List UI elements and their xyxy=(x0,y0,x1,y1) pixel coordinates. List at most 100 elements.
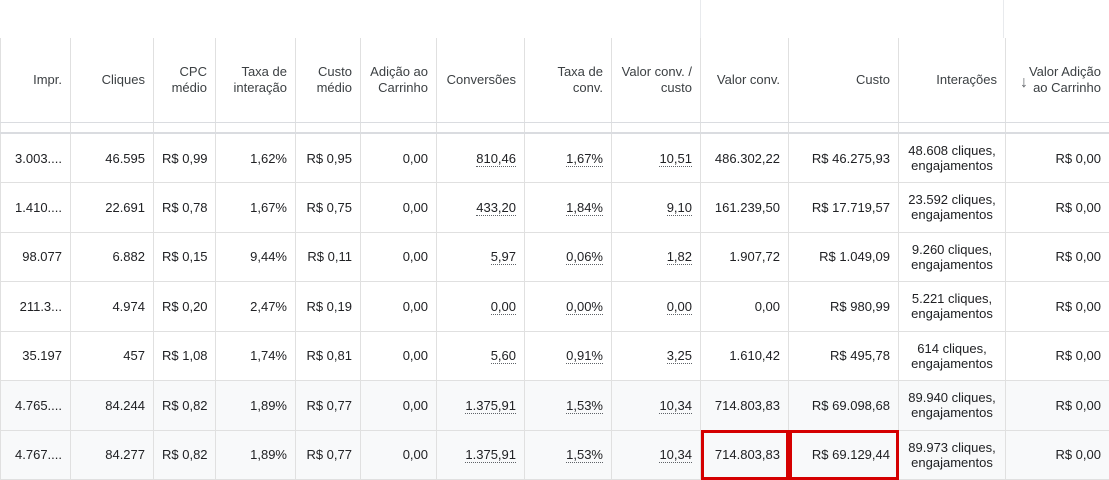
conversoes-cell-value: 1.375,91 xyxy=(465,397,516,414)
cpc-medio-cell: R$ 1,08 xyxy=(153,331,216,381)
custo-medio-cell: R$ 0,75 xyxy=(295,182,361,233)
column-header-conversoes[interactable]: Conversões xyxy=(436,38,525,123)
taxa-interacao-cell: 2,47% xyxy=(215,281,296,332)
column-header-taxa-interacao[interactable]: Taxa de interação xyxy=(215,38,296,123)
valor-adicao-carrinho-cell-value: R$ 0,00 xyxy=(1055,348,1101,364)
custo-cell: R$ 17.719,57 xyxy=(788,182,899,233)
impr-cell: 35.197 xyxy=(0,331,71,381)
table-row[interactable]: 1.410.... 22.691 R$ 0,78 1,67% R$ 0,75 0,00 43… xyxy=(0,182,1109,233)
conversoes-cell-value: 810,46 xyxy=(476,150,516,167)
interacoes-cell: 614 cliques, engajamentos xyxy=(898,331,1006,381)
custo-cell-value: R$ 46.275,93 xyxy=(811,150,890,166)
column-header-taxa-conv[interactable]: Taxa de conv. xyxy=(524,38,612,123)
impr-cell: 211.3... xyxy=(0,281,71,332)
custo-cell-value: R$ 69.129,44 xyxy=(811,447,890,463)
adicao-carrinho-cell: 0,00 xyxy=(360,331,437,381)
valor-adicao-carrinho-cell-value: R$ 0,00 xyxy=(1055,249,1101,265)
table-row[interactable]: 3.003.... 46.595 R$ 0,99 1,62% R$ 0,95 0,00 81… xyxy=(0,133,1109,183)
metrics-table: Impr. Cliques CPC médio Taxa de interaçã… xyxy=(0,38,1109,480)
conversoes-cell: 810,46 xyxy=(436,133,525,183)
interacoes-cell-value: 89.973 cliques, engajamentos xyxy=(908,439,996,470)
custo-cell-value: R$ 1.049,09 xyxy=(819,249,890,265)
taxa-conv-cell: 0,06% xyxy=(524,232,612,282)
adicao-carrinho-cell: 0,00 xyxy=(360,133,437,183)
interacoes-cell: 23.592 cliques, engajamentos xyxy=(898,182,1006,233)
cliques-cell: 84.277 xyxy=(70,430,154,480)
valor-conv-cell: 1.610,42 xyxy=(700,331,789,381)
cliques-cell-value: 46.595 xyxy=(105,150,145,166)
interacoes-cell: 5.221 cliques, engajamentos xyxy=(898,281,1006,332)
taxa-interacao-cell-value: 1,67% xyxy=(250,199,287,215)
valor-conv-cell-value: 714.803,83 xyxy=(714,447,780,463)
adicao-carrinho-cell: 0,00 xyxy=(360,380,437,431)
valor-conv-custo-cell-value: 3,25 xyxy=(666,348,692,365)
custo-medio-cell-value: R$ 0,77 xyxy=(306,397,352,413)
table-row[interactable]: 211.3... 4.974 R$ 0,20 2,47% R$ 0,19 0,00 0,00… xyxy=(0,281,1109,332)
cpc-medio-cell-value: R$ 0,82 xyxy=(162,397,208,413)
valor-conv-cell-value: 1.610,42 xyxy=(729,348,780,364)
valor-adicao-carrinho-cell-value: R$ 0,00 xyxy=(1055,150,1101,166)
valor-conv-custo-cell: 0,00 xyxy=(611,281,701,332)
custo-cell-value: R$ 69.098,68 xyxy=(811,397,890,413)
column-header-valor-conv[interactable]: Valor conv. xyxy=(700,38,789,123)
taxa-conv-cell-value: 0,91% xyxy=(566,348,603,365)
table-row[interactable]: 98.077 6.882 R$ 0,15 9,44% R$ 0,11 0,00 5,97 0,… xyxy=(0,232,1109,282)
adicao-carrinho-cell: 0,00 xyxy=(360,232,437,282)
interacoes-cell: 89.940 cliques, engajamentos xyxy=(898,380,1006,431)
impr-cell-value: 1.410.... xyxy=(15,199,62,215)
cpc-medio-cell-value: R$ 0,20 xyxy=(162,298,208,314)
cpc-medio-cell-value: R$ 0,78 xyxy=(162,199,208,215)
taxa-interacao-cell: 9,44% xyxy=(215,232,296,282)
valor-conv-custo-cell: 10,51 xyxy=(611,133,701,183)
custo-cell: R$ 69.098,68 xyxy=(788,380,899,431)
conversoes-cell: 5,60 xyxy=(436,331,525,381)
toolbar-divider xyxy=(700,0,701,38)
table-row[interactable]: 4.767.... 84.277 R$ 0,82 1,89% R$ 0,77 0,00 1.… xyxy=(0,430,1109,480)
column-header-interacoes[interactable]: Interações xyxy=(898,38,1006,123)
conversoes-cell-value: 5,97 xyxy=(490,249,516,266)
column-header-custo[interactable]: Custo xyxy=(788,38,899,123)
interacoes-cell-value: 89.940 cliques, engajamentos xyxy=(908,390,996,421)
taxa-conv-cell-value: 0,06% xyxy=(566,249,603,266)
impr-cell-value: 3.003.... xyxy=(15,150,62,166)
taxa-interacao-cell-value: 9,44% xyxy=(250,249,287,265)
taxa-interacao-cell-value: 1,62% xyxy=(250,150,287,166)
cliques-cell-value: 6.882 xyxy=(112,249,145,265)
column-header-cliques[interactable]: Cliques xyxy=(70,38,154,123)
interacoes-cell: 9.260 cliques, engajamentos xyxy=(898,232,1006,282)
valor-conv-custo-cell: 10,34 xyxy=(611,380,701,431)
valor-conv-cell: 714.803,83 xyxy=(700,380,789,431)
adicao-carrinho-cell-value: 0,00 xyxy=(402,298,428,314)
taxa-interacao-cell: 1,89% xyxy=(215,430,296,480)
conversoes-cell-value: 0,00 xyxy=(490,298,516,315)
conversoes-cell-value: 5,60 xyxy=(490,348,516,365)
header-divider-row xyxy=(0,122,1109,134)
impr-cell-value: 4.767.... xyxy=(15,447,62,463)
valor-adicao-carrinho-cell: R$ 0,00 xyxy=(1005,281,1109,332)
adicao-carrinho-cell: 0,00 xyxy=(360,430,437,480)
valor-conv-custo-cell-value: 10,51 xyxy=(659,150,692,167)
table-row[interactable]: 35.197 457 R$ 1,08 1,74% R$ 0,81 0,00 5,60 0,91… xyxy=(0,331,1109,381)
impr-cell: 1.410.... xyxy=(0,182,71,233)
column-header-impr[interactable]: Impr. xyxy=(0,38,71,123)
custo-cell-value: R$ 17.719,57 xyxy=(811,199,890,215)
impr-cell-value: 35.197 xyxy=(22,348,62,364)
valor-conv-custo-cell: 3,25 xyxy=(611,331,701,381)
column-header-custo-medio[interactable]: Custo médio xyxy=(295,38,361,123)
cliques-cell: 457 xyxy=(70,331,154,381)
column-header-cpc-medio[interactable]: CPC médio xyxy=(153,38,216,123)
valor-conv-custo-cell: 1,82 xyxy=(611,232,701,282)
valor-conv-cell-highlighted: 714.803,83 xyxy=(700,430,789,480)
column-header-valor-conv-custo[interactable]: Valor conv. / custo xyxy=(611,38,701,123)
interacoes-cell-value: 5.221 cliques, engajamentos xyxy=(911,291,993,322)
cliques-cell: 22.691 xyxy=(70,182,154,233)
adicao-carrinho-cell-value: 0,00 xyxy=(402,249,428,265)
sort-descending-icon[interactable]: ↓ xyxy=(1020,74,1028,92)
valor-conv-cell: 486.302,22 xyxy=(700,133,789,183)
interacoes-cell-value: 614 cliques, engajamentos xyxy=(911,340,993,371)
column-header-adicao-carrinho[interactable]: Adição ao Carrinho xyxy=(360,38,437,123)
valor-conv-custo-cell-value: 0,00 xyxy=(666,298,692,315)
table-row[interactable]: 4.765.... 84.244 R$ 0,82 1,89% R$ 0,77 0,00 1.… xyxy=(0,380,1109,431)
cliques-cell: 84.244 xyxy=(70,380,154,431)
taxa-interacao-cell: 1,67% xyxy=(215,182,296,233)
